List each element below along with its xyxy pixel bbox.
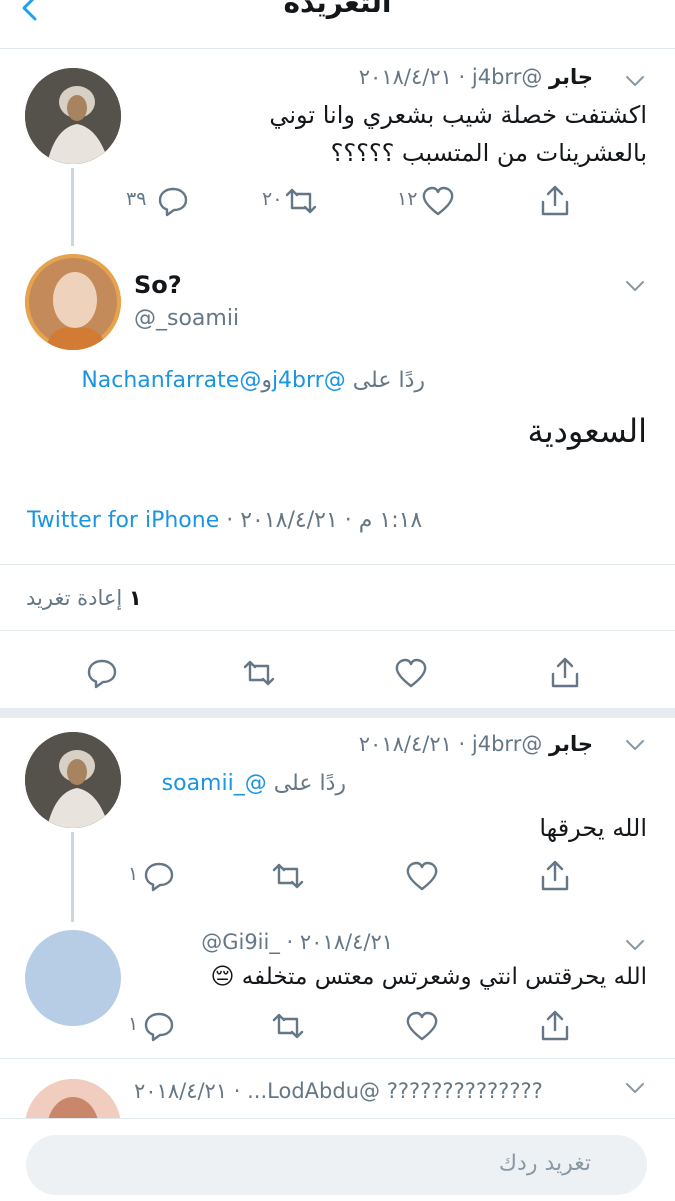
- retweet-stats[interactable]: ١ إعادة تغريد: [26, 586, 326, 610]
- reply-count: ١: [128, 1013, 139, 1035]
- reply-icon[interactable]: [84, 655, 120, 691]
- retweet-icon[interactable]: [283, 183, 319, 219]
- reply-count: ١: [128, 863, 139, 885]
- retweet-icon[interactable]: [241, 655, 277, 691]
- replying-to-line: ردًا على @j4brrو@Nachanfarrate: [0, 368, 425, 393]
- tweet-meta-text: ?????????????? @LodAbdu... · ٢٠١٨/٤/٢١: [134, 1079, 543, 1103]
- display-name[interactable]: جابر: [549, 65, 593, 89]
- reply-icon[interactable]: [155, 183, 191, 219]
- reply-count: ٣٩: [126, 188, 147, 210]
- display-name[interactable]: So?: [134, 271, 182, 299]
- share-icon[interactable]: [537, 858, 573, 894]
- retweet-icon[interactable]: [270, 858, 306, 894]
- replying-label: ردًا على: [352, 368, 425, 393]
- mention-link[interactable]: @Nachanfarrate: [81, 368, 261, 393]
- heart-icon[interactable]: [404, 858, 440, 894]
- reply-compose-placeholder: تغريد ردك: [498, 1151, 591, 1176]
- heart-icon[interactable]: [393, 655, 429, 691]
- tweet-meta: ?????????????? @LodAbdu... · ٢٠١٨/٤/٢١: [134, 1079, 614, 1103]
- divider: [0, 564, 675, 565]
- header-bar: التغريدة: [0, 0, 675, 46]
- tweet-text: الله يحرقها: [539, 814, 647, 842]
- avatar[interactable]: [25, 1079, 121, 1119]
- meta-line: جابر @j4brr · ٢٠١٨/٤/٢١: [359, 732, 593, 756]
- like-count: ١٢: [397, 188, 418, 210]
- share-icon[interactable]: [547, 655, 583, 691]
- heart-icon[interactable]: [404, 1008, 440, 1044]
- reply-icon[interactable]: [141, 858, 177, 894]
- replying-label: ردًا على: [273, 771, 346, 796]
- share-icon[interactable]: [537, 1008, 573, 1044]
- chevron-down-icon[interactable]: [620, 1073, 650, 1103]
- tweet-text-line-2: بالعشرينات من المتسبب ؟؟؟؟؟: [330, 139, 647, 167]
- avatar[interactable]: [25, 732, 121, 828]
- section-gap: [0, 708, 675, 718]
- chevron-down-icon[interactable]: [620, 930, 650, 960]
- tweet-meta: @j4brr · ٢٠١٨/٤/٢١: [358, 732, 543, 756]
- avatar[interactable]: [25, 254, 121, 350]
- chevron-down-icon[interactable]: [620, 271, 650, 301]
- mention-link[interactable]: @_soamii: [162, 771, 267, 796]
- tweet-text-line-1: اكشتفت خصلة شيب بشعري وانا توني: [269, 101, 647, 129]
- timestamp-line: ١:١٨ م · ٢٠١٨/٤/٢١ · Twitter for iPhone: [27, 508, 487, 533]
- display-name[interactable]: جابر: [549, 732, 593, 756]
- retweet-stat-count: ١: [128, 586, 142, 610]
- chevron-down-icon[interactable]: [620, 730, 650, 760]
- retweet-count: ٢٠: [262, 188, 283, 210]
- reply-compose-input[interactable]: تغريد ردك: [26, 1135, 647, 1195]
- source-link[interactable]: Twitter for iPhone: [27, 508, 219, 533]
- handle[interactable]: @_soamii: [134, 306, 239, 331]
- mention-link[interactable]: @j4brr: [272, 368, 346, 393]
- thread-line: [71, 832, 74, 922]
- reply-icon[interactable]: [141, 1008, 177, 1044]
- page-title: التغريدة: [283, 0, 392, 19]
- avatar[interactable]: [25, 68, 121, 164]
- share-icon[interactable]: [537, 183, 573, 219]
- conjunction: و: [261, 368, 272, 393]
- chevron-down-icon[interactable]: [620, 66, 650, 96]
- divider: [0, 630, 675, 631]
- tweet-item[interactable]: ?????????????? @LodAbdu... · ٢٠١٨/٤/٢١: [0, 1059, 675, 1119]
- replying-to-line: ردًا على @_soamii: [162, 771, 346, 796]
- tweet-text: السعودية: [527, 412, 647, 450]
- heart-icon[interactable]: [420, 183, 456, 219]
- avatar[interactable]: [25, 930, 121, 1026]
- tweet-meta: @j4brr · ٢٠١٨/٤/٢١: [358, 65, 543, 89]
- retweet-stat-label: إعادة تغريد: [26, 586, 123, 610]
- retweet-icon[interactable]: [270, 1008, 306, 1044]
- compose-bar: تغريد ردك: [0, 1118, 675, 1201]
- timestamp: ١:١٨ م · ٢٠١٨/٤/٢١ ·: [226, 508, 423, 533]
- meta-line: جابر @j4brr · ٢٠١٨/٤/٢١: [359, 65, 593, 89]
- tweet-meta: @Gi9ii_ · ٢٠١٨/٤/٢١: [201, 930, 393, 954]
- main-tweet: So? @_soamii ردًا على @j4brrو@Nachanfarr…: [0, 246, 675, 706]
- thread-line: [71, 168, 74, 246]
- tweet-text: الله يحرقتس انتي وشعرتس معتس متخلفه 😔: [210, 964, 647, 990]
